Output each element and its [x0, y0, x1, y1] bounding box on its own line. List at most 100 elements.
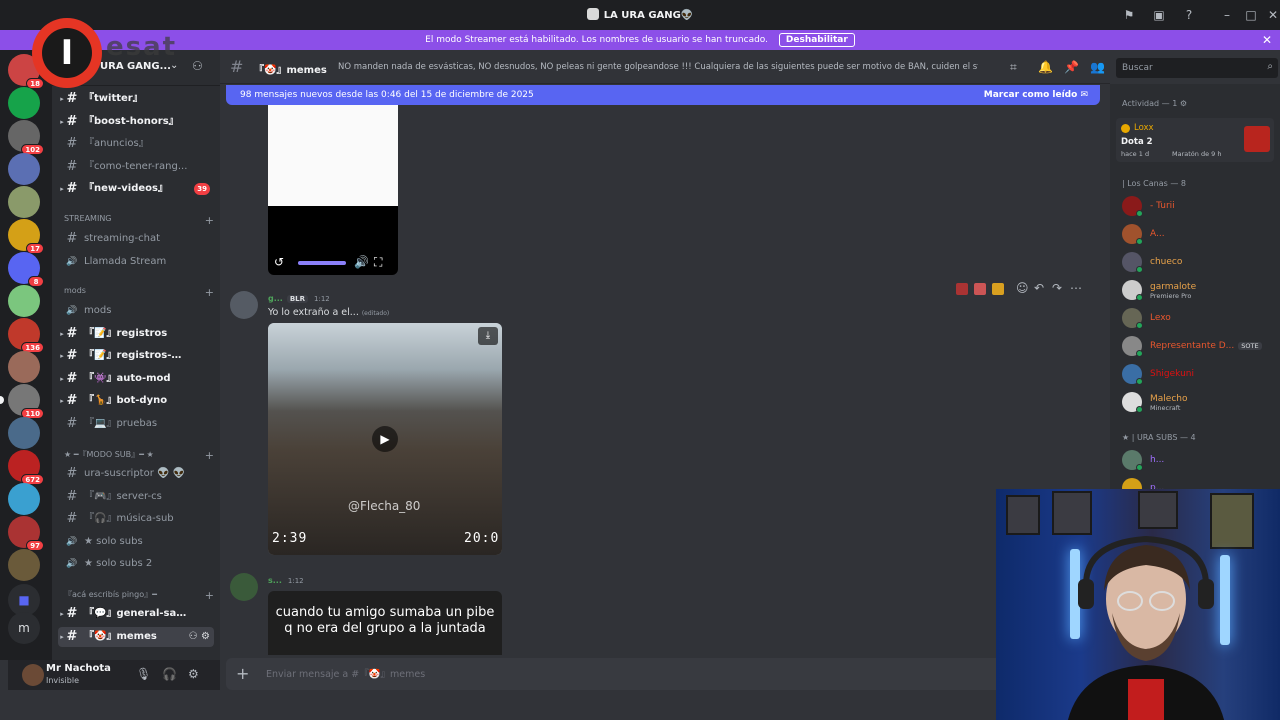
close-banner-icon[interactable]: ✕	[1262, 30, 1272, 50]
add-reaction-icon[interactable]: ☺	[1016, 281, 1029, 295]
message-input[interactable]	[266, 666, 966, 682]
channel-item[interactable]: # streaming-chat	[58, 229, 214, 249]
member-item[interactable]: Representante D... SOTE	[1122, 334, 1272, 358]
member-item[interactable]: Lexo	[1122, 306, 1272, 330]
server-icon[interactable]: 136	[8, 318, 44, 353]
server-icon[interactable]: 102	[8, 120, 44, 155]
add-channel-icon[interactable]: +	[205, 449, 214, 462]
server-icon[interactable]: 97	[8, 516, 44, 551]
channel-item[interactable]: # 『🎧』música-sub	[58, 509, 214, 529]
more-icon[interactable]: ⋯	[1070, 281, 1082, 295]
server-icon[interactable]: 110	[0, 384, 44, 419]
channel-item[interactable]: ▸ # 『boost-honors』	[58, 112, 214, 132]
replay-icon[interactable]: ↺	[274, 255, 284, 269]
gear-icon[interactable]: ⚙	[188, 667, 199, 681]
server-letter-icon[interactable]: m	[8, 612, 40, 644]
server-icon[interactable]: 8	[8, 252, 44, 287]
server-icon[interactable]	[8, 351, 40, 383]
member-item[interactable]: chueco	[1122, 250, 1272, 274]
search-box[interactable]: ⌕	[1116, 58, 1278, 78]
microphone-icon[interactable]: 🎙	[136, 667, 151, 681]
channel-category[interactable]: mods +	[64, 286, 214, 300]
headphones-icon[interactable]: 🎧	[162, 667, 177, 681]
video-attachment[interactable]: ↺ 🔊 ⛶	[268, 105, 398, 275]
channel-category[interactable]: ★ ━『MODO SUB』━ ★ +	[64, 449, 214, 463]
channel-item[interactable]: ▸# 『📝』registros-miem...	[58, 346, 214, 366]
forward-icon[interactable]: ↷	[1052, 281, 1062, 295]
reaction-icon[interactable]	[956, 283, 968, 295]
channel-item[interactable]: # 『anuncios』	[58, 134, 214, 154]
channel-topic[interactable]: NO manden nada de esvásticas, NO desnudo…	[338, 62, 978, 72]
channel-category[interactable]: STREAMING +	[64, 214, 214, 228]
activity-member-name[interactable]: Loxx	[1134, 123, 1154, 133]
avatar[interactable]	[230, 291, 258, 319]
channel-item[interactable]: ▸ # 『👾』auto-mod	[58, 369, 214, 389]
add-channel-icon[interactable]: +	[205, 214, 214, 227]
server-icon[interactable]: 672	[8, 450, 44, 485]
server-icon[interactable]	[8, 417, 40, 449]
members-icon[interactable]: 👥	[1090, 60, 1105, 74]
bell-icon[interactable]: 🔔	[1038, 60, 1053, 74]
member-item[interactable]: Shigekuni	[1122, 362, 1272, 386]
server-icon[interactable]	[8, 549, 40, 581]
add-attachment-icon[interactable]: +	[236, 664, 249, 683]
message-author[interactable]: s... 1:12	[268, 576, 304, 585]
reaction-icon[interactable]	[992, 283, 1004, 295]
search-input[interactable]	[1122, 61, 1252, 75]
server-icon[interactable]: 17	[8, 219, 44, 254]
reaction-icon[interactable]	[974, 283, 986, 295]
member-item[interactable]: garmalote Premiere Pro	[1122, 278, 1272, 302]
channel-item[interactable]: ▸ # 『🦒』bot-dyno	[58, 391, 214, 411]
channel-item[interactable]: # 『💻』pruebas	[58, 414, 214, 434]
maximize-icon[interactable]: □	[1244, 8, 1258, 22]
threads-icon[interactable]: ⌗	[1010, 60, 1017, 75]
channel-item[interactable]: ▸ # 『new-videos』 39	[58, 179, 214, 199]
invite-icon[interactable]: ⚇	[192, 59, 203, 73]
server-icon[interactable]	[8, 153, 40, 185]
channel-settings-icon[interactable]: ⚇ ⚙	[189, 627, 210, 647]
reply-icon[interactable]: ↶	[1034, 281, 1044, 295]
mark-read-button[interactable]: Marcar como leído ✉	[984, 85, 1088, 105]
add-channel-icon[interactable]: +	[205, 589, 214, 602]
avatar[interactable]	[230, 573, 258, 601]
minimize-icon[interactable]: –	[1220, 8, 1234, 22]
download-icon[interactable]: ⤓	[478, 327, 498, 345]
fullscreen-icon[interactable]: ⛶	[374, 255, 382, 270]
add-channel-icon[interactable]: +	[205, 286, 214, 299]
channel-item[interactable]: ▸ # 『twitter』	[58, 89, 214, 109]
message-author[interactable]: g... BLR 1:12	[268, 294, 330, 303]
server-icon[interactable]	[8, 285, 40, 317]
author-name[interactable]: g...	[268, 294, 283, 303]
channel-item[interactable]: # 『🎮』server-cs	[58, 487, 214, 507]
disable-streamer-button[interactable]: Deshabilitar	[778, 33, 855, 47]
author-name[interactable]: s...	[268, 576, 282, 585]
channel-item[interactable]: # 『como-tener-rang...	[58, 157, 214, 177]
channel-item[interactable]: # ura-suscriptor 👽 👽	[58, 464, 214, 484]
member-item[interactable]: A...	[1122, 222, 1272, 246]
channel-item[interactable]: ▸ # 『🤡』memes ⚇ ⚙	[58, 626, 214, 647]
close-window-icon[interactable]: ✕	[1266, 8, 1280, 22]
pin-icon[interactable]: 📌	[1064, 60, 1079, 74]
activity-card[interactable]: Loxx Dota 2 hace 1 d Maratón de 9 h	[1116, 118, 1274, 162]
screen-icon[interactable]: ▣	[1152, 8, 1166, 22]
channel-item[interactable]: 🔊 Llamada Stream	[58, 252, 214, 272]
avatar[interactable]	[22, 664, 44, 686]
member-item[interactable]: - Turii	[1122, 194, 1272, 218]
video-attachment[interactable]: ⤓ ▶ @Flecha_80 2:39 20:0	[268, 323, 502, 555]
channel-item[interactable]: 🔊 mods	[58, 301, 214, 321]
channel-category[interactable]: 『acá escribís pingo』━ +	[64, 589, 214, 603]
channel-item[interactable]: 🔊 ★ solo subs	[58, 532, 214, 552]
play-icon[interactable]: ▶	[372, 426, 398, 452]
volume-icon[interactable]: 🔊	[354, 255, 369, 269]
image-attachment[interactable]: cuando tu amigo sumaba un pibe q no era …	[268, 591, 502, 655]
inbox-flag-icon[interactable]: ⚑	[1122, 8, 1136, 22]
help-icon[interactable]: ?	[1182, 8, 1196, 22]
volume-slider[interactable]	[298, 261, 346, 265]
channel-item[interactable]: ▸ # 『💬』general-sape	[58, 604, 214, 624]
server-icon[interactable]	[8, 483, 40, 515]
new-messages-bar[interactable]: 98 mensajes nuevos desde las 0:46 del 15…	[226, 85, 1100, 105]
server-icon[interactable]	[8, 87, 40, 119]
channel-item[interactable]: 🔊 ★ solo subs 2	[58, 554, 214, 574]
member-item[interactable]: Malecho Minecraft	[1122, 390, 1272, 414]
server-icon[interactable]	[8, 186, 40, 218]
